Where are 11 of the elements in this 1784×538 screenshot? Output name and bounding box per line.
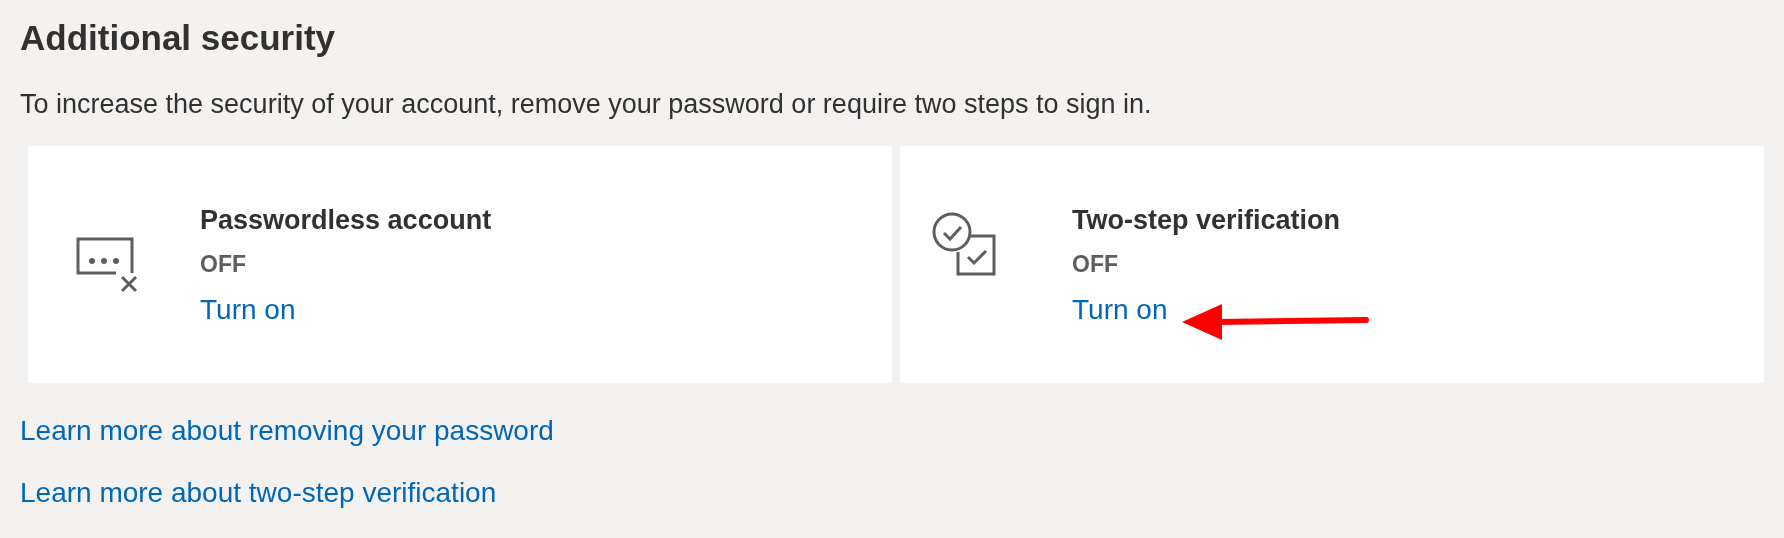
section-heading: Additional security xyxy=(20,17,336,59)
turn-on-link[interactable]: Turn on xyxy=(200,293,296,326)
status-text: OFF xyxy=(1072,249,1118,278)
description-text: To increase the security of your account, remove your password or require two steps to sign in. xyxy=(20,88,1152,120)
learn-more-link[interactable]: Learn more about removing your password xyxy=(20,415,554,447)
learn-more-link[interactable]: Learn more about two-step verification xyxy=(20,477,497,509)
turn-on-link[interactable]: Turn on xyxy=(1072,293,1168,326)
card-title: Passwordless account xyxy=(200,203,492,236)
status-text: OFF xyxy=(200,249,246,278)
card-title: Two-step verification xyxy=(1072,203,1341,236)
checkmarks-icon xyxy=(932,211,996,276)
